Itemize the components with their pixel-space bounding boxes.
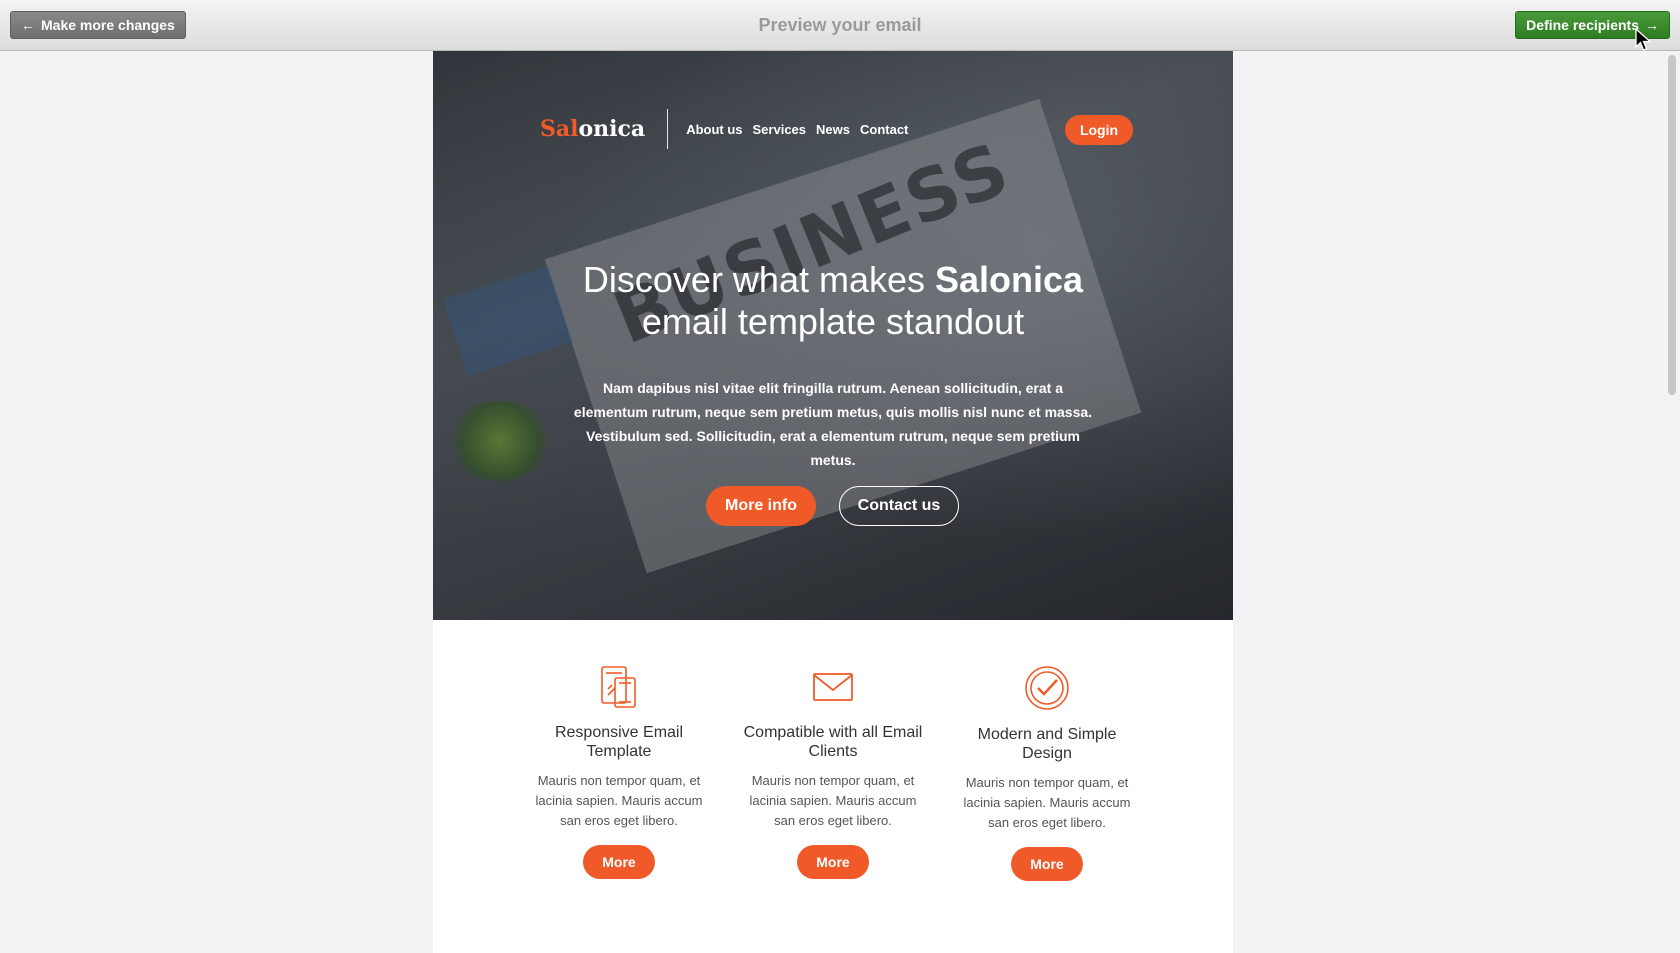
logo-accent: Sal [540,116,579,142]
nav-link-about-us[interactable]: About us [686,122,742,137]
hero-headline: Discover what makes Salonica email templ… [433,259,1233,343]
feature-more-button[interactable]: More [583,845,655,879]
headline-brand: Salonica [935,259,1084,300]
feature-text: Mauris non tempor quam, et lacinia sapie… [749,773,917,828]
feature-title: Modern and Simple Design [977,726,1117,762]
feature-card: Modern and Simple Design Mauris non temp… [957,665,1137,881]
nav-link-services[interactable]: Services [753,122,807,137]
scrollbar-thumb[interactable] [1668,55,1676,395]
hero-section: BUSINESS Salonica About us Services News… [433,51,1233,620]
headline-part-2: email template standout [641,301,1025,342]
feature-card: Responsive Email Template Mauris non tem… [529,665,709,881]
feature-more-button[interactable]: More [797,845,869,879]
check-circle-icon [1025,666,1069,710]
preview-toolbar: ← Make more changes Preview your email D… [0,0,1680,51]
login-button[interactable]: Login [1065,115,1133,145]
hero-intro-text: Nam dapibus nisl vitae elit fringilla ru… [573,380,1093,468]
nav-link-news[interactable]: News [816,122,850,137]
nav-link-contact[interactable]: Contact [860,122,908,137]
email-nav: Salonica About us Services News Contact [540,109,918,149]
nav-divider [667,109,669,149]
feature-title: Responsive Email Template [554,724,684,760]
logo-rest: onica [578,116,646,142]
brand-logo[interactable]: Salonica [540,116,645,142]
contact-us-button[interactable]: Contact us [839,486,959,526]
responsive-devices-icon [601,666,636,708]
headline-part-1: Discover what makes [582,259,936,300]
define-recipients-label: Define recipients [1526,17,1639,33]
feature-more-button[interactable]: More [1011,847,1083,881]
mouse-cursor-icon [1635,28,1652,51]
feature-text: Mauris non tempor quam, et lacinia sapie… [535,773,703,828]
feature-card: Compatible with all Email Clients Mauris… [743,665,923,881]
features-section: Responsive Email Template Mauris non tem… [529,665,1137,881]
page-title: Preview your email [758,15,922,35]
feature-title: Compatible with all Email Clients [743,724,923,760]
envelope-icon [813,673,853,701]
more-info-button[interactable]: More info [706,486,816,526]
feature-text: Mauris non tempor quam, et lacinia sapie… [963,775,1131,830]
email-preview: BUSINESS Salonica About us Services News… [433,51,1233,953]
